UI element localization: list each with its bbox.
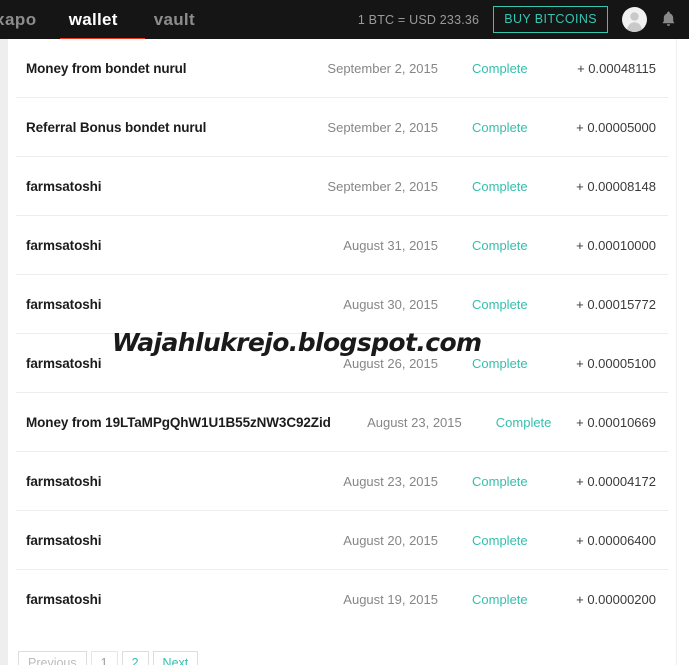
status-badge: Complete — [472, 532, 528, 548]
transaction-description: farmsatoshi — [26, 237, 102, 253]
table-row[interactable]: farmsatoshi August 30, 2015 Complete + 0.00… — [16, 275, 668, 334]
transaction-date: August 31, 2015 — [343, 237, 438, 253]
transaction-amount: + 0.00008148 — [576, 178, 656, 194]
transaction-description: farmsatoshi — [26, 532, 102, 548]
transaction-description: Referral Bonus bondet nurul — [26, 119, 207, 135]
status-badge: Complete — [495, 414, 552, 430]
pagination-page-1[interactable]: 1 — [90, 651, 118, 665]
status-badge: Complete — [472, 592, 528, 607]
table-row[interactable]: Money from 19LTaMPgQhW1U1B55zNW3C92Zid1j… — [16, 393, 668, 452]
transaction-description: farmsatoshi — [26, 296, 102, 312]
transaction-amount: + 0.00005100 — [576, 355, 656, 371]
transaction-date: August 20, 2015 — [343, 532, 438, 548]
pagination-next-button[interactable]: Next — [152, 651, 199, 665]
transaction-date: September 2, 2015 — [327, 178, 438, 194]
user-avatar-icon[interactable] — [622, 7, 647, 32]
status-badge: Complete — [472, 60, 528, 76]
transaction-date: August 23, 2015 — [343, 473, 438, 489]
transaction-amount: + 0.00015772 — [576, 296, 656, 312]
transactions-list: Money from bondet nurul September 2, 2015… — [8, 39, 676, 629]
transaction-amount: + 0.00000200 — [576, 592, 656, 607]
wallet-content: Money from bondet nurul September 2, 2015… — [8, 39, 676, 665]
nav-tab-vault[interactable]: vault — [136, 0, 213, 39]
status-badge: Complete — [472, 296, 528, 312]
top-navigation-bar: xapo wallet vault 1 BTC = USD 233.36 BUY… — [0, 0, 689, 39]
transaction-date: September 2, 2015 — [327, 60, 438, 76]
transaction-amount: + 0.00005000 — [576, 119, 656, 135]
buy-bitcoins-button[interactable]: BUY BITCOINS — [493, 6, 608, 33]
transaction-date: August 19, 2015 — [343, 592, 438, 607]
transaction-amount: + 0.00006400 — [576, 532, 656, 548]
right-divider-rule — [676, 39, 677, 665]
transaction-description: farmsatoshi — [26, 473, 102, 489]
transaction-description: Money from 19LTaMPgQhW1U1B55zNW3C92Zid1j… — [26, 414, 330, 430]
table-row[interactable]: farmsatoshi August 23, 2015 Complete + 0.00… — [16, 452, 668, 511]
transaction-description: farmsatoshi — [26, 178, 102, 194]
pagination: Previous 1 2 Next — [18, 651, 202, 665]
transaction-amount: + 0.00004172 — [576, 473, 656, 489]
table-row[interactable]: farmsatoshi August 31, 2015 Complete + 0.00… — [16, 216, 668, 275]
table-row[interactable]: Referral Bonus bondet nurul September 2, … — [16, 98, 668, 157]
nav-tab-wallet[interactable]: wallet — [51, 0, 136, 39]
bell-icon[interactable] — [660, 10, 677, 30]
status-badge: Complete — [472, 473, 528, 489]
transaction-amount: + 0.00010669 — [576, 414, 656, 430]
pagination-previous-button[interactable]: Previous — [18, 651, 87, 665]
table-row[interactable]: farmsatoshi August 19, 2015 Complete + 0.00… — [16, 570, 668, 629]
top-navigation-right: 1 BTC = USD 233.36 BUY BITCOINS — [358, 0, 689, 39]
transaction-date: August 23, 2015 — [367, 414, 462, 430]
brand-and-nav: xapo wallet vault — [0, 0, 213, 39]
transaction-amount: + 0.00010000 — [576, 237, 656, 253]
transaction-description: farmsatoshi — [26, 355, 102, 371]
pagination-page-2[interactable]: 2 — [121, 651, 149, 665]
transaction-date: August 26, 2015 — [343, 355, 438, 371]
status-badge: Complete — [472, 355, 528, 371]
status-badge: Complete — [472, 237, 528, 253]
btc-exchange-rate: 1 BTC = USD 233.36 — [357, 12, 480, 27]
table-row[interactable]: farmsatoshi September 2, 2015 Complete + 0.… — [16, 157, 668, 216]
table-row[interactable]: farmsatoshi August 20, 2015 Complete + 0.00… — [16, 511, 668, 570]
left-gutter-strip — [0, 39, 8, 665]
status-badge: Complete — [472, 119, 528, 135]
transaction-description: farmsatoshi — [26, 592, 102, 607]
transaction-date: August 30, 2015 — [343, 296, 438, 312]
transaction-amount: + 0.00048115 — [577, 60, 656, 76]
transaction-date: September 2, 2015 — [327, 119, 438, 135]
transaction-description: Money from bondet nurul — [26, 60, 187, 76]
table-row[interactable]: Money from bondet nurul September 2, 2015… — [16, 39, 668, 98]
xapo-wallet-page: xapo wallet vault 1 BTC = USD 233.36 BUY… — [0, 0, 689, 665]
brand-logo[interactable]: xapo — [0, 0, 51, 39]
table-row[interactable]: farmsatoshi August 26, 2015 Complete + 0.00… — [16, 334, 668, 393]
status-badge: Complete — [472, 178, 528, 194]
